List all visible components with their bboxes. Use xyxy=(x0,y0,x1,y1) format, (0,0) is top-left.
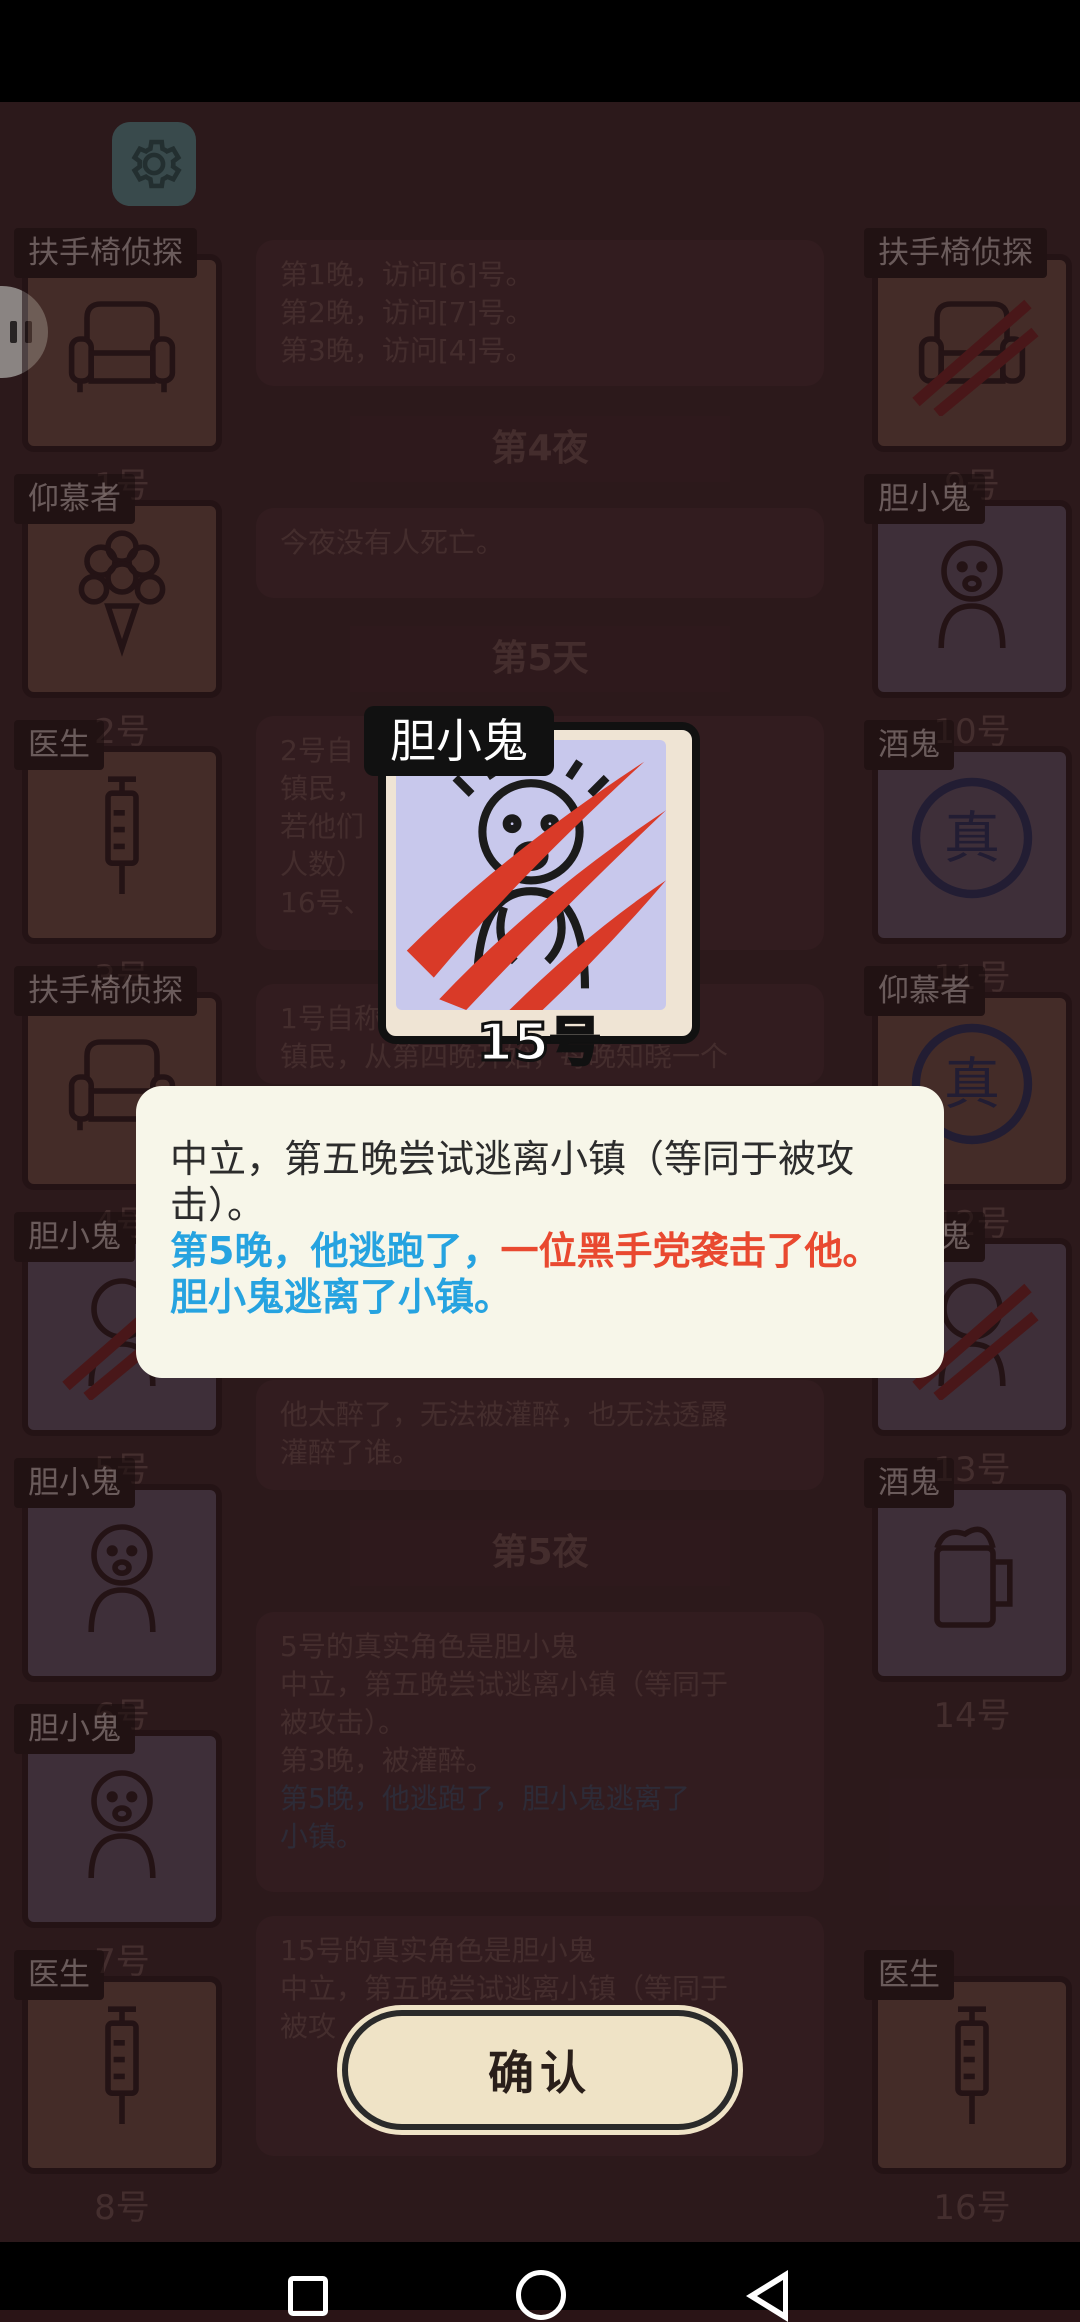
revealed-player-card: 胆小鬼 15号 xyxy=(364,706,700,1075)
player-number: 15号 xyxy=(475,1012,602,1075)
role-description: 中立，第五晚尝试逃离小镇（等同于被攻击）。 xyxy=(170,1137,855,1227)
status-bar xyxy=(0,0,1080,102)
claw-marks-icon xyxy=(406,761,666,1010)
event-description: 第5晚，他逃跑了，一位黑手党袭击了他。胆小鬼逃离了小镇。 xyxy=(170,1229,881,1319)
death-detail-dialog: 中立，第五晚尝试逃离小镇（等同于被攻击）。 第5晚，他逃跑了，一位黑手党袭击了他… xyxy=(136,1086,944,1378)
recents-button[interactable] xyxy=(288,2276,328,2316)
home-button[interactable] xyxy=(516,2270,566,2320)
role-tag: 胆小鬼 xyxy=(364,706,554,776)
confirm-button[interactable]: 确认 xyxy=(342,2010,738,2130)
scared-person-icon xyxy=(406,756,666,1010)
